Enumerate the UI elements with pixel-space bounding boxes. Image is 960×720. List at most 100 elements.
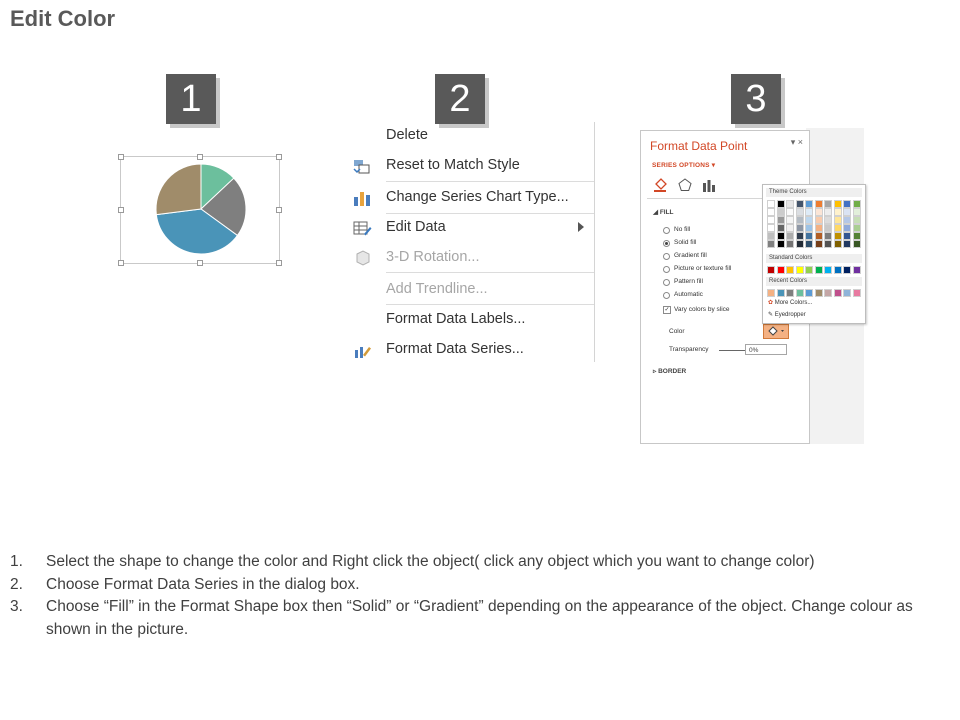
theme-color-swatch[interactable] (776, 232, 785, 240)
theme-color-swatch[interactable] (805, 200, 813, 208)
effects-icon[interactable] (677, 177, 693, 193)
theme-color-swatch[interactable] (843, 200, 851, 208)
standard-color-swatch[interactable] (824, 266, 832, 274)
theme-color-swatch[interactable] (833, 224, 842, 232)
standard-color-swatch[interactable] (805, 266, 813, 274)
menu-item-3d-rotation[interactable]: 3-D Rotation... (346, 244, 594, 272)
theme-color-swatch[interactable] (786, 200, 794, 208)
recent-color-swatch[interactable] (814, 289, 823, 297)
theme-color-swatch[interactable] (824, 240, 832, 248)
selected-chart-area[interactable] (118, 154, 282, 266)
theme-color-swatch[interactable] (795, 240, 804, 248)
menu-item-delete[interactable]: Delete (346, 122, 594, 150)
menu-item-format-data-series[interactable]: Format Data Series... (346, 336, 594, 364)
resize-handle[interactable] (197, 260, 203, 266)
resize-handle[interactable] (118, 207, 124, 213)
theme-color-swatch[interactable] (795, 216, 804, 224)
theme-color-swatch[interactable] (833, 208, 842, 216)
radio-button[interactable] (663, 279, 670, 286)
theme-color-swatch[interactable] (814, 200, 823, 208)
transparency-slider[interactable] (719, 350, 745, 351)
border-section-header[interactable]: ▹ BORDER (653, 367, 686, 375)
theme-color-swatch[interactable] (833, 232, 842, 240)
theme-color-swatch[interactable] (805, 232, 813, 240)
radio-button[interactable] (663, 292, 670, 299)
standard-color-swatch[interactable] (852, 266, 861, 274)
theme-color-swatch[interactable] (843, 232, 851, 240)
recent-color-swatch[interactable] (805, 289, 813, 297)
theme-color-swatch[interactable] (786, 216, 794, 224)
theme-color-swatch[interactable] (843, 208, 851, 216)
theme-color-swatch[interactable] (852, 216, 861, 224)
radio-button[interactable] (663, 227, 670, 234)
resize-handle[interactable] (276, 260, 282, 266)
theme-color-swatch[interactable] (795, 232, 804, 240)
theme-color-swatch[interactable] (795, 208, 804, 216)
resize-handle[interactable] (276, 154, 282, 160)
theme-color-swatch[interactable] (843, 240, 851, 248)
theme-color-swatch[interactable] (786, 240, 794, 248)
theme-color-swatch[interactable] (776, 200, 785, 208)
theme-color-swatch[interactable] (833, 216, 842, 224)
theme-color-swatch[interactable] (786, 208, 794, 216)
theme-color-swatch[interactable] (767, 208, 775, 216)
resize-handle[interactable] (118, 260, 124, 266)
theme-color-swatch[interactable] (824, 232, 832, 240)
standard-color-swatch[interactable] (843, 266, 851, 274)
theme-color-swatch[interactable] (767, 216, 775, 224)
standard-color-swatch[interactable] (795, 266, 804, 274)
pie-slice-tan[interactable] (155, 163, 202, 216)
recent-color-swatch[interactable] (843, 289, 851, 297)
resize-handle[interactable] (276, 207, 282, 213)
menu-item-format-data-labels[interactable]: Format Data Labels... (346, 306, 594, 334)
series-options-dropdown[interactable]: SERIES OPTIONS ▾ (652, 161, 715, 169)
recent-color-swatch[interactable] (786, 289, 794, 297)
theme-color-swatch[interactable] (776, 208, 785, 216)
resize-handle[interactable] (197, 154, 203, 160)
theme-color-swatch[interactable] (776, 216, 785, 224)
theme-color-swatch[interactable] (776, 224, 785, 232)
more-colors-link[interactable]: ✿ More Colors... (768, 299, 812, 306)
menu-item-change-series-chart-type[interactable]: Change Series Chart Type... (346, 184, 594, 212)
theme-color-swatch[interactable] (814, 224, 823, 232)
recent-color-swatch[interactable] (767, 289, 775, 297)
menu-item-add-trendline[interactable]: Add Trendline... (346, 276, 594, 304)
theme-color-swatch[interactable] (767, 200, 775, 208)
theme-color-swatch[interactable] (767, 224, 775, 232)
theme-color-swatch[interactable] (824, 224, 832, 232)
pane-close-button[interactable]: ▾ × (791, 137, 803, 148)
pie-chart[interactable] (121, 157, 279, 263)
theme-color-swatch[interactable] (776, 240, 785, 248)
theme-color-swatch[interactable] (814, 216, 823, 224)
theme-color-swatch[interactable] (824, 208, 832, 216)
theme-color-swatch[interactable] (767, 232, 775, 240)
theme-color-swatch[interactable] (805, 208, 813, 216)
recent-color-swatch[interactable] (833, 289, 842, 297)
standard-color-swatch[interactable] (776, 266, 785, 274)
theme-color-swatch[interactable] (786, 224, 794, 232)
series-options-icon[interactable] (701, 177, 717, 193)
fill-line-icon[interactable] (653, 177, 669, 193)
theme-color-swatch[interactable] (805, 240, 813, 248)
eyedropper-link[interactable]: ✎ Eyedropper (768, 311, 806, 318)
theme-color-swatch[interactable] (795, 200, 804, 208)
theme-color-swatch[interactable] (795, 224, 804, 232)
theme-color-swatch[interactable] (852, 200, 861, 208)
theme-color-swatch[interactable] (843, 216, 851, 224)
radio-button[interactable] (663, 240, 670, 247)
recent-color-swatch[interactable] (776, 289, 785, 297)
theme-color-swatch[interactable] (852, 224, 861, 232)
theme-color-swatch[interactable] (814, 208, 823, 216)
theme-color-swatch[interactable] (852, 240, 861, 248)
standard-color-swatch[interactable] (767, 266, 775, 274)
theme-color-swatch[interactable] (833, 200, 842, 208)
theme-color-swatch[interactable] (805, 224, 813, 232)
recent-color-swatch[interactable] (795, 289, 804, 297)
theme-color-swatch[interactable] (852, 232, 861, 240)
recent-color-swatch[interactable] (852, 289, 861, 297)
theme-color-swatch[interactable] (824, 216, 832, 224)
theme-color-swatch[interactable] (814, 232, 823, 240)
recent-color-swatch[interactable] (824, 289, 832, 297)
radio-button[interactable] (663, 266, 670, 273)
theme-color-swatch[interactable] (786, 232, 794, 240)
